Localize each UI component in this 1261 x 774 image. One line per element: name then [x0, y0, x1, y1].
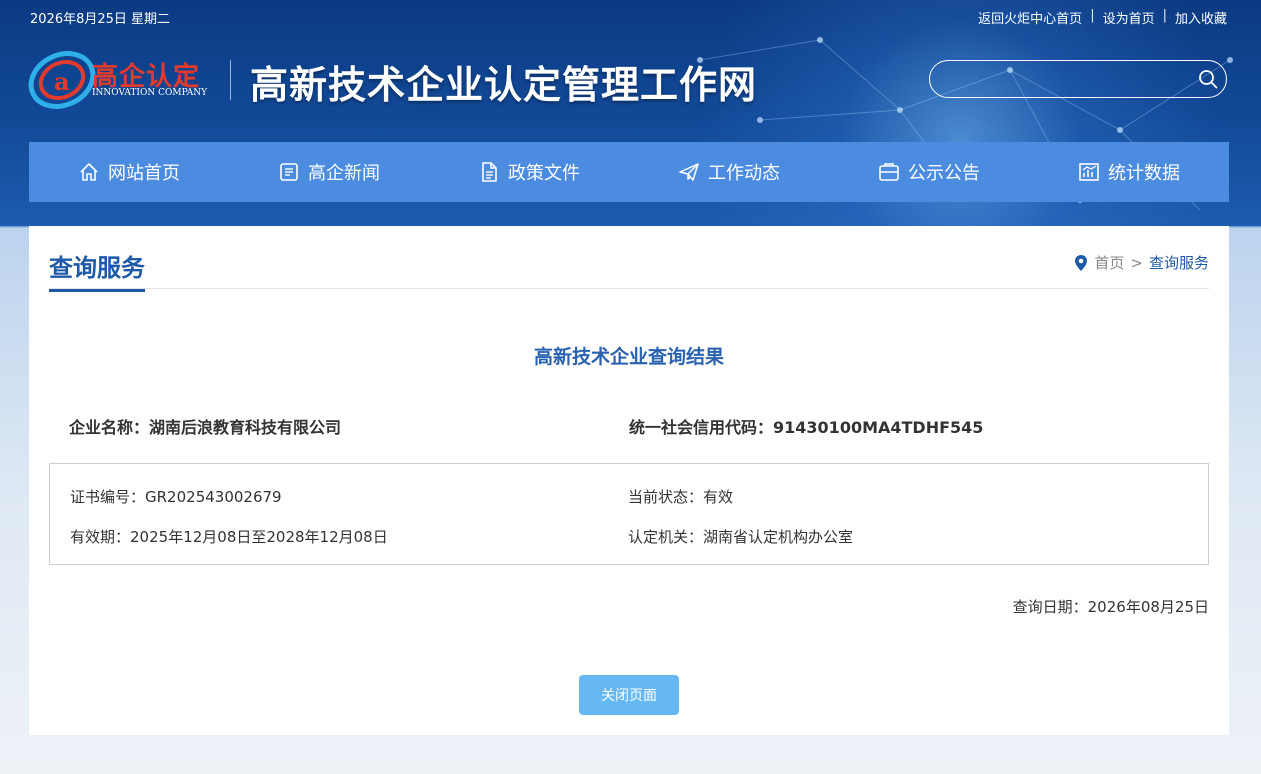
- nav-item-work-updates[interactable]: 工作动态: [629, 142, 829, 202]
- news-icon: [280, 163, 298, 181]
- link-add-favorite[interactable]: 加入收藏: [1175, 8, 1227, 27]
- nav-item-label: 统计数据: [1108, 163, 1180, 184]
- location-pin-icon: [1075, 254, 1088, 271]
- query-date-value: 2026年08月25日: [1087, 598, 1209, 616]
- company-name-label: 企业名称：: [69, 418, 150, 437]
- breadcrumb: 首页 > 查询服务: [1074, 252, 1209, 273]
- status-label: 当前状态：: [628, 488, 704, 506]
- nav-item-announcements[interactable]: 公示公告: [829, 142, 1029, 202]
- link-set-homepage[interactable]: 设为首页: [1103, 8, 1155, 27]
- nav-item-label: 公示公告: [908, 163, 980, 184]
- company-name-row: 企业名称：湖南后浪教育科技有限公司: [69, 414, 341, 438]
- nav-item-label: 高企新闻: [308, 163, 380, 184]
- breadcrumb-home[interactable]: 首页: [1094, 252, 1124, 273]
- result-title: 高新技术企业查询结果: [533, 346, 724, 368]
- nav-item-policy[interactable]: 政策文件: [429, 142, 629, 202]
- close-page-button[interactable]: 关闭页面: [579, 675, 679, 715]
- announcement-icon: [879, 163, 899, 181]
- authority-row: 认定机关：湖南省认定机构办公室: [628, 526, 853, 547]
- nav-item-label: 工作动态: [708, 163, 780, 184]
- logo-divider: [230, 60, 231, 100]
- paper-plane-icon: [679, 163, 699, 181]
- main-nav: 网站首页 高企新闻 政策文件 工作动态 公示公告 统计数据: [29, 142, 1229, 202]
- nav-item-label: 网站首页: [108, 163, 180, 184]
- status-value: 有效: [703, 488, 734, 506]
- cert-number-row: 证书编号：GR202543002679: [70, 486, 282, 507]
- search-box: [929, 60, 1227, 98]
- section-header: 查询服务 首页 > 查询服务: [49, 226, 1209, 292]
- certificate-info-box: 证书编号：GR202543002679 当前状态：有效 有效期：2025年12月…: [49, 463, 1209, 565]
- search-icon[interactable]: [1198, 69, 1218, 89]
- logo-subtitle: INNOVATION COMPANY: [92, 88, 208, 98]
- site-logo[interactable]: a 高企认定 INNOVATION COMPANY: [28, 50, 218, 110]
- credit-code-label: 统一社会信用代码：: [629, 418, 774, 437]
- site-title: 高新技术企业认定管理工作网: [250, 62, 758, 107]
- credit-code-value: 91430100MA4TDHF545: [773, 418, 984, 437]
- link-separator: |: [1090, 8, 1095, 23]
- query-date-label: 查询日期：: [1012, 598, 1088, 616]
- document-icon: [482, 162, 497, 182]
- search-input[interactable]: [944, 67, 1188, 93]
- breadcrumb-separator: >: [1130, 253, 1143, 272]
- section-title: 查询服务: [49, 248, 145, 292]
- authority-value: 湖南省认定机构办公室: [703, 528, 854, 546]
- svg-text:a: a: [54, 67, 70, 96]
- credit-code-row: 统一社会信用代码：91430100MA4TDHF545: [629, 414, 983, 438]
- breadcrumb-current: 查询服务: [1148, 254, 1209, 272]
- chart-icon: [1079, 163, 1099, 181]
- validity-value: 2025年12月08日至2028年12月08日: [130, 528, 388, 546]
- query-date: 查询日期：2026年08月25日: [1013, 596, 1209, 617]
- top-links: 返回火炬中心首页 | 设为首页 | 加入收藏: [978, 8, 1227, 27]
- cert-number-label: 证书编号：: [70, 488, 146, 506]
- current-date: 2026年8月25日 星期二: [30, 12, 171, 27]
- validity-label: 有效期：: [70, 528, 131, 546]
- validity-row: 有效期：2025年12月08日至2028年12月08日: [70, 526, 388, 547]
- link-separator: |: [1162, 8, 1167, 23]
- company-name-value: 湖南后浪教育科技有限公司: [149, 418, 342, 437]
- top-bar: 2026年8月25日 星期二 返回火炬中心首页 | 设为首页 | 加入收藏: [0, 0, 1261, 34]
- nav-item-home[interactable]: 网站首页: [29, 142, 229, 202]
- nav-item-news[interactable]: 高企新闻: [229, 142, 429, 202]
- home-icon: [80, 163, 98, 181]
- authority-label: 认定机关：: [628, 528, 704, 546]
- link-torch-center-home[interactable]: 返回火炬中心首页: [978, 8, 1082, 27]
- cert-number-value: GR202543002679: [145, 488, 282, 506]
- main-content: 查询服务 首页 > 查询服务 高新技术企业查询结果 企业名称：湖南后浪教育科技有…: [29, 226, 1229, 735]
- status-row: 当前状态：有效: [628, 486, 733, 507]
- nav-item-statistics[interactable]: 统计数据: [1029, 142, 1229, 202]
- nav-item-label: 政策文件: [508, 163, 580, 184]
